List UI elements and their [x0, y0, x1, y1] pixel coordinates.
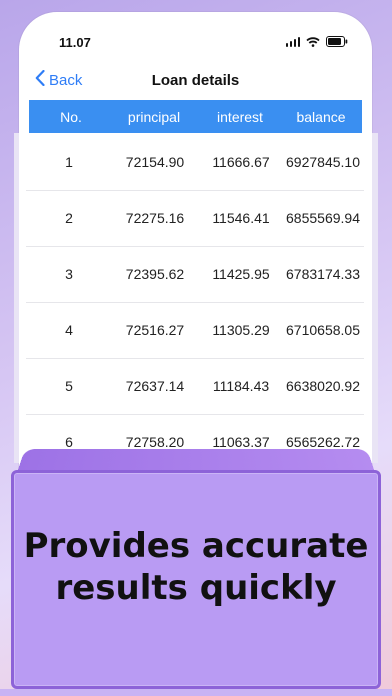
promo-headline: Provides accurate results quickly: [14, 525, 378, 609]
cell-balance: 6927845.10: [286, 154, 360, 170]
cell-interest: 11425.95: [212, 266, 270, 282]
status-bar: 11.07: [19, 12, 372, 62]
cell-no: 2: [65, 210, 73, 226]
cell-principal: 72275.16: [125, 210, 185, 226]
promo-banner: Provides accurate results quickly: [11, 470, 381, 689]
page-title: Loan details: [151, 72, 240, 89]
header-no: No.: [60, 109, 82, 125]
card-edge-right: [372, 133, 378, 463]
promo-card-base: [0, 689, 392, 696]
cell-interest: 11546.41: [212, 210, 270, 226]
cell-no: 4: [65, 322, 73, 338]
status-time: 11.07: [59, 35, 91, 50]
cell-balance: 6855569.94: [286, 210, 360, 226]
signal-icon: [285, 36, 300, 47]
status-icons: [285, 36, 349, 47]
cell-no: 3: [65, 266, 73, 282]
wifi-icon: [306, 36, 320, 47]
cell-balance: 6638020.92: [286, 378, 360, 394]
navigation-bar: Back Loan details: [19, 64, 372, 98]
cell-interest: 11184.43: [212, 378, 270, 394]
table-row: 1 72154.90 11666.67 6927845.10: [26, 134, 364, 191]
cell-principal: 72758.20: [125, 434, 185, 450]
cell-principal: 72516.27: [125, 322, 185, 338]
cell-principal: 72395.62: [125, 266, 185, 282]
header-interest: interest: [217, 109, 263, 125]
table-header: No. principal interest balance: [29, 100, 362, 133]
cell-interest: 11305.29: [212, 322, 270, 338]
header-balance: balance: [296, 109, 346, 125]
cell-no: 6: [65, 434, 73, 450]
table-row: 3 72395.62 11425.95 6783174.33: [26, 246, 364, 303]
table-row: 2 72275.16 11546.41 6855569.94: [26, 190, 364, 247]
table-row: 4 72516.27 11305.29 6710658.05: [26, 302, 364, 359]
header-principal: principal: [127, 109, 181, 125]
cell-principal: 72154.90: [125, 154, 185, 170]
battery-icon: [326, 36, 348, 47]
cell-interest: 11666.67: [212, 154, 270, 170]
cell-balance: 6565262.72: [286, 434, 360, 450]
promo-line-2: results quickly: [55, 568, 337, 608]
cell-balance: 6783174.33: [286, 266, 360, 282]
cell-principal: 72637.14: [125, 378, 185, 394]
table-row: 5 72637.14 11184.43 6638020.92: [26, 358, 364, 415]
cell-no: 5: [65, 378, 73, 394]
cell-no: 1: [65, 154, 73, 170]
cell-balance: 6710658.05: [286, 322, 360, 338]
cell-interest: 11063.37: [212, 434, 270, 450]
promo-line-1: Provides accurate: [23, 526, 369, 566]
